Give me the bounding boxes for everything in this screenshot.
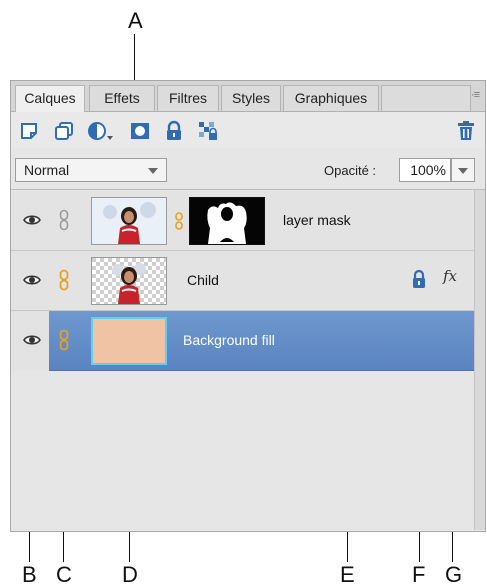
mask-link-icon[interactable]	[175, 212, 183, 230]
link-icon[interactable]	[59, 329, 69, 351]
lock-transparency-icon[interactable]	[197, 120, 219, 142]
layer-row-child[interactable]: Child fx	[11, 251, 475, 311]
callout-f: F	[412, 562, 426, 587]
layers-scrollbar[interactable]	[474, 190, 485, 530]
layer-name: Child	[187, 272, 219, 288]
blend-mode-value: Normal	[24, 162, 70, 178]
visibility-eye-icon[interactable]	[23, 273, 41, 287]
opacity-dropdown-button[interactable]	[451, 158, 475, 182]
lock-all-icon[interactable]	[163, 120, 185, 142]
visibility-eye-icon[interactable]	[23, 213, 41, 227]
opacity-field[interactable]: 100%	[399, 158, 451, 182]
tab-filtres[interactable]: Filtres	[157, 85, 219, 111]
new-layer-icon[interactable]	[19, 120, 41, 142]
tab-graphiques[interactable]: Graphiques	[283, 85, 379, 111]
layer-mask-thumbnail[interactable]	[189, 197, 265, 245]
layer-lock-icon[interactable]	[411, 269, 427, 289]
trash-icon[interactable]	[455, 120, 477, 142]
layer-name: Background fill	[183, 332, 275, 348]
layer-thumbnail-photo[interactable]	[91, 197, 167, 245]
chevron-down-icon	[458, 168, 468, 174]
layers-toolbar	[11, 112, 485, 148]
opacity-label: Opacité :	[324, 163, 377, 178]
callout-d: D	[122, 562, 138, 587]
new-group-icon[interactable]	[53, 120, 75, 142]
visibility-cell	[11, 311, 49, 371]
callout-c: C	[56, 562, 72, 587]
fill-layer-thumbnail[interactable]	[91, 317, 167, 365]
add-mask-icon[interactable]	[129, 120, 151, 142]
tab-effets[interactable]: Effets	[89, 85, 155, 111]
layer-row-layer-mask[interactable]: layer mask	[11, 191, 475, 251]
fx-icon[interactable]: fx	[443, 267, 457, 285]
link-icon[interactable]	[59, 269, 69, 291]
tab-styles[interactable]: Styles	[221, 85, 281, 111]
tab-empty	[381, 85, 471, 111]
callout-b: B	[22, 562, 37, 587]
blend-row: Normal Opacité : 100%	[11, 149, 485, 190]
adjustment-layer-icon[interactable]	[87, 120, 115, 142]
link-icon-inactive[interactable]	[59, 209, 69, 231]
panel-menu-icon[interactable]: ·≡	[471, 89, 480, 101]
callout-g: G	[445, 562, 463, 587]
tab-calques[interactable]: Calques	[15, 85, 85, 112]
layers-panel: Calques Effets Filtres Styles Graphiques…	[10, 80, 486, 532]
blend-mode-dropdown[interactable]: Normal	[15, 158, 167, 182]
layer-row-background-fill[interactable]: Background fill	[49, 311, 475, 371]
visibility-eye-icon[interactable]	[23, 333, 41, 347]
layers-empty-area	[11, 371, 475, 531]
callout-a: A	[128, 8, 143, 33]
layer-thumbnail-child[interactable]	[91, 257, 167, 305]
layer-name: layer mask	[283, 212, 351, 228]
panel-tabbar: Calques Effets Filtres Styles Graphiques…	[11, 81, 485, 112]
chevron-down-icon	[148, 168, 158, 174]
callout-e: E	[340, 562, 355, 587]
